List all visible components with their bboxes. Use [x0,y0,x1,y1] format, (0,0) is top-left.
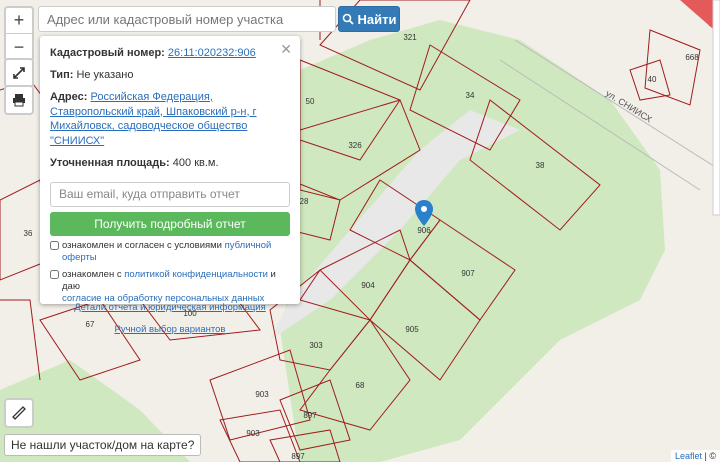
parcel-label: 36 [24,229,33,238]
print-icon[interactable] [6,87,32,113]
cadastral-label: Кадастровый номер: [50,47,165,59]
manual-variants-link[interactable]: Ручной выбор вариантов [115,324,226,335]
parcel-label: 904 [361,281,375,290]
consent-privacy-text: ознакомлен с [62,268,125,280]
consent-offer-checkbox[interactable] [50,240,59,250]
search-button[interactable]: Найти [338,6,400,32]
address-label: Адрес: [50,90,88,103]
leaflet-link[interactable]: Leaflet [675,451,702,461]
cadastral-number-link[interactable]: 26:11:020232:906 [168,47,256,59]
parcel-label: 321 [403,33,417,42]
close-icon[interactable]: ✕ [280,40,292,59]
parcel-label: 50 [306,97,315,106]
not-found-button[interactable]: Не нашли участок/дом на карте? [4,434,202,456]
scrollbar[interactable] [712,0,720,216]
parcel-label: 68 [356,381,365,390]
consent-offer-text: ознакомлен и согласен с условиями [62,239,225,251]
parcel-label: 897 [291,452,305,461]
fullscreen-control [4,58,34,88]
parcel-popup: ✕ Кадастровый номер: 26:11:020232:906 Ти… [40,36,300,335]
parcel-label: 668 [685,53,699,62]
attribution-sep: | © [702,451,716,461]
consent-privacy: ознакомлен с политикой конфиденциальност… [50,269,290,306]
type-value: Не указано [76,68,134,81]
parcel-label: 903 [246,429,260,438]
parcel-label: 906 [417,226,431,235]
email-field[interactable] [50,181,290,207]
parcel-label: 326 [348,141,362,150]
parcel-label: 28 [300,197,309,206]
zoom-controls: + − [4,6,34,62]
zoom-in-button[interactable]: + [6,8,32,34]
search-icon [342,13,354,25]
ruler-icon[interactable] [6,400,32,426]
search-input[interactable] [38,6,336,32]
search-button-label: Найти [357,11,397,27]
parcel-label: 34 [466,91,475,100]
parcel-label: 40 [648,75,657,84]
parcel-label: 907 [461,269,475,278]
zoom-out-button[interactable]: − [6,34,32,60]
get-report-button[interactable]: Получить подробный отчет [50,211,290,236]
ruler-control [4,398,34,428]
parcel-label: 897 [303,411,317,420]
consent-privacy-checkbox[interactable] [50,269,59,279]
report-details-link[interactable]: Детали отчета и юридическая информация [74,302,266,313]
area-label: Уточненная площадь: [50,157,170,170]
print-control [4,85,34,115]
parcel-label: 903 [255,390,269,399]
map-attribution: Leaflet | © [670,450,720,462]
parcel-label: 303 [309,341,323,350]
privacy-policy-link[interactable]: политикой конфиденциальности [124,269,268,280]
area-value: 400 кв.м. [172,157,219,170]
fullscreen-icon[interactable] [6,60,32,86]
type-label: Тип: [50,68,74,81]
parcel-label: 38 [536,161,545,170]
consent-offer: ознакомлен и согласен с условиями публич… [50,240,290,265]
parcel-label: 905 [405,325,419,334]
